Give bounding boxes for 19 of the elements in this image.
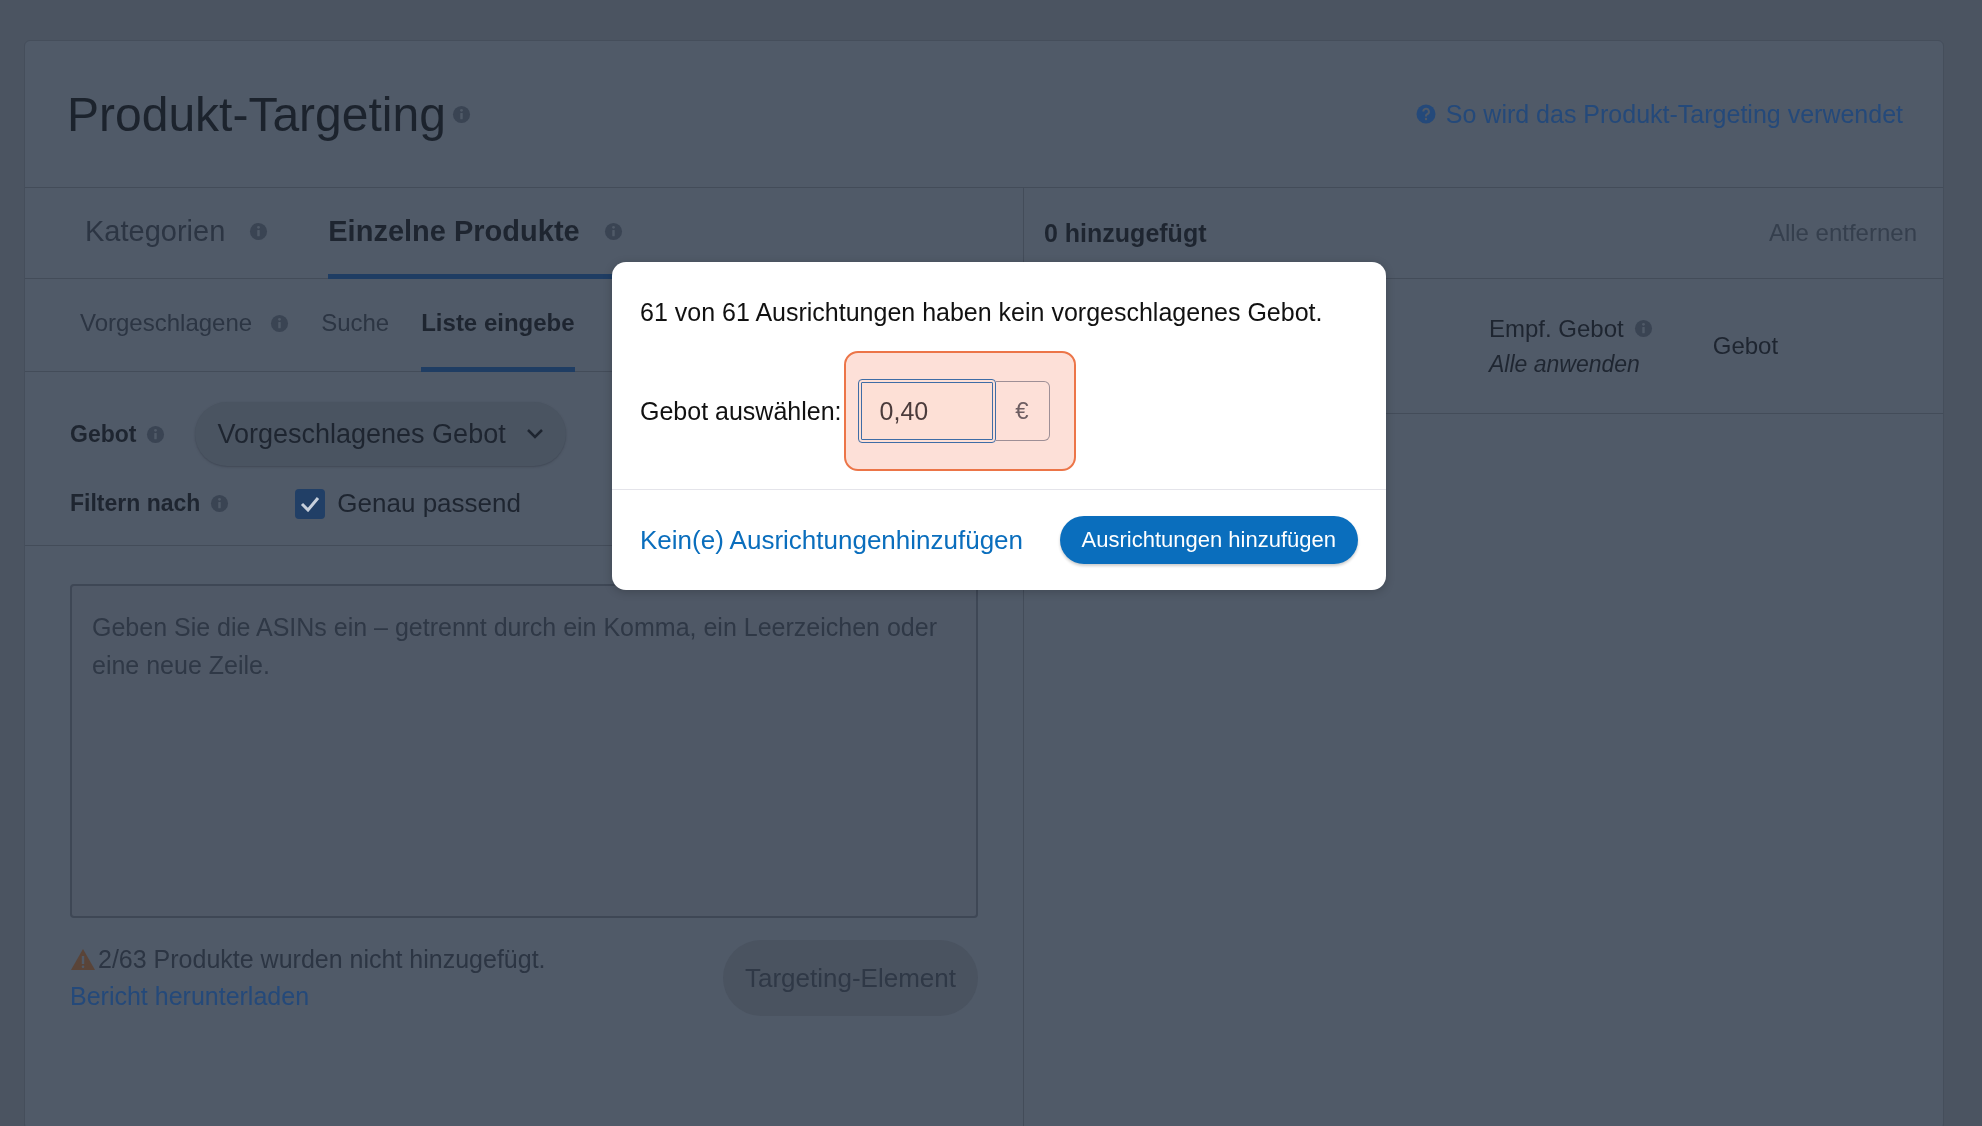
- warning-icon: [70, 948, 96, 971]
- help-icon: [1415, 104, 1436, 124]
- no-targets-link[interactable]: Kein(e) Ausrichtungenhinzufügen: [640, 524, 1024, 556]
- checkbox[interactable]: [295, 488, 326, 519]
- bid-label: Gebot: [70, 420, 137, 448]
- subtab[interactable]: Liste eingebe: [421, 279, 575, 372]
- add-targets-button[interactable]: Ausrichtungen hinzufügen: [1059, 516, 1358, 564]
- bid-input-field[interactable]: 0,40: [857, 379, 996, 443]
- check-icon: [300, 495, 321, 512]
- page-title: Produkt-Targeting: [67, 86, 446, 142]
- currency-addon: €: [995, 381, 1050, 441]
- chevron-icon: [525, 428, 544, 440]
- column-header: Gebot: [1712, 332, 1779, 360]
- column-header: Empf. Gebot: [1489, 314, 1624, 343]
- added-count: 0 hinzugefügt: [1044, 218, 1207, 248]
- dialog-message: 61 von 61 Ausrichtungen haben kein vorgeschlagenes Gebot.: [640, 298, 1324, 327]
- bid-field-label: Gebot auswählen:: [640, 396, 842, 426]
- checkbox-label: Genau passend: [337, 488, 521, 519]
- filter-label: Filtern nach: [70, 490, 201, 517]
